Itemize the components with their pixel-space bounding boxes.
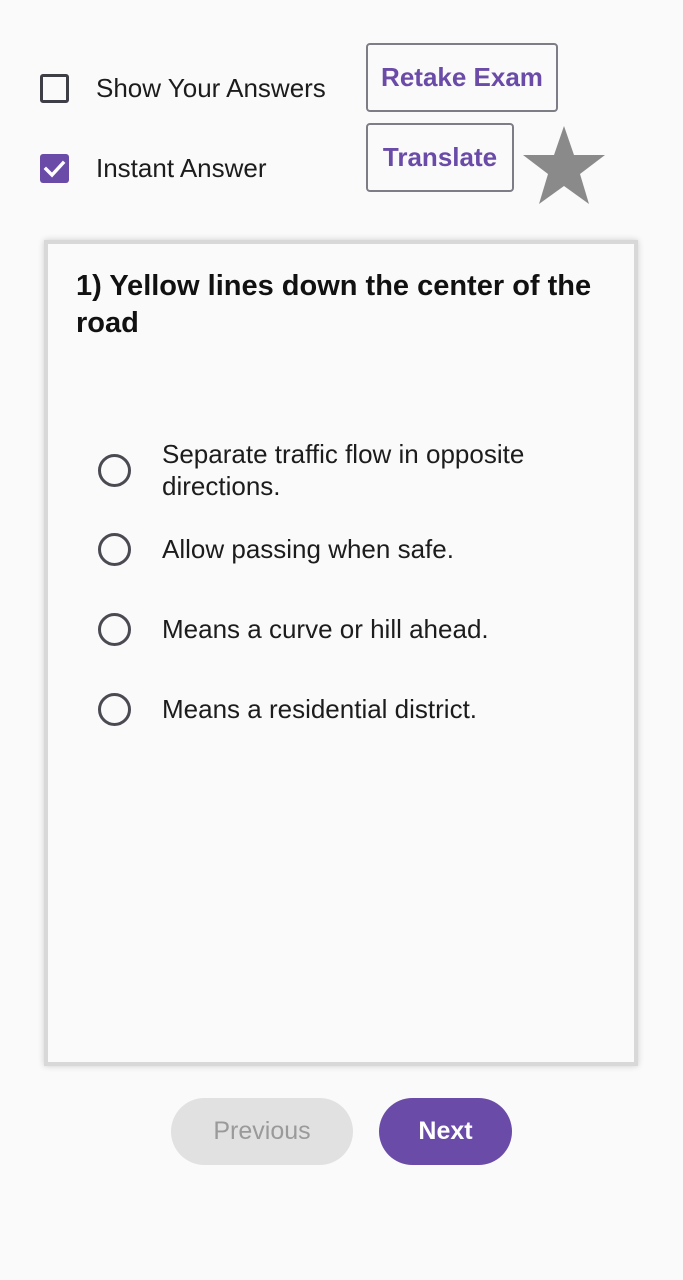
radio-button[interactable] bbox=[98, 532, 131, 566]
checkmark-icon bbox=[43, 160, 66, 177]
previous-button[interactable]: Previous bbox=[171, 1098, 353, 1165]
answer-option-2[interactable]: Allow passing when safe. bbox=[98, 529, 598, 569]
show-answers-label: Show Your Answers bbox=[96, 72, 326, 103]
answer-option-3[interactable]: Means a curve or hill ahead. bbox=[98, 609, 598, 649]
instant-answer-label: Instant Answer bbox=[96, 152, 267, 183]
retake-exam-button[interactable]: Retake Exam bbox=[366, 43, 558, 112]
answer-option-1[interactable]: Separate traffic flow in opposite direct… bbox=[98, 435, 598, 505]
show-answers-checkbox[interactable] bbox=[40, 73, 69, 103]
answer-option-text: Allow passing when safe. bbox=[162, 534, 454, 564]
translate-button[interactable]: Translate bbox=[366, 123, 514, 192]
radio-button[interactable] bbox=[98, 453, 131, 487]
next-button[interactable]: Next bbox=[379, 1098, 512, 1165]
answer-option-4[interactable]: Means a residential district. bbox=[98, 689, 598, 729]
radio-button[interactable] bbox=[98, 612, 131, 646]
answer-option-text: Means a curve or hill ahead. bbox=[162, 614, 489, 644]
star-icon bbox=[523, 126, 605, 204]
instant-answer-checkbox[interactable] bbox=[40, 153, 69, 183]
radio-button[interactable] bbox=[98, 692, 131, 726]
question-title: 1) Yellow lines down the center of the r… bbox=[76, 270, 592, 339]
answer-option-text: Means a residential district. bbox=[162, 694, 478, 724]
answer-option-text: Separate traffic flow in opposite direct… bbox=[162, 439, 525, 501]
question-card: 1) Yellow lines down the center of the r… bbox=[44, 240, 638, 1066]
instant-answer-checkbox-row[interactable]: Instant Answer bbox=[40, 151, 267, 185]
favorite-star-button[interactable] bbox=[522, 124, 606, 206]
show-answers-checkbox-row[interactable]: Show Your Answers bbox=[40, 71, 326, 105]
